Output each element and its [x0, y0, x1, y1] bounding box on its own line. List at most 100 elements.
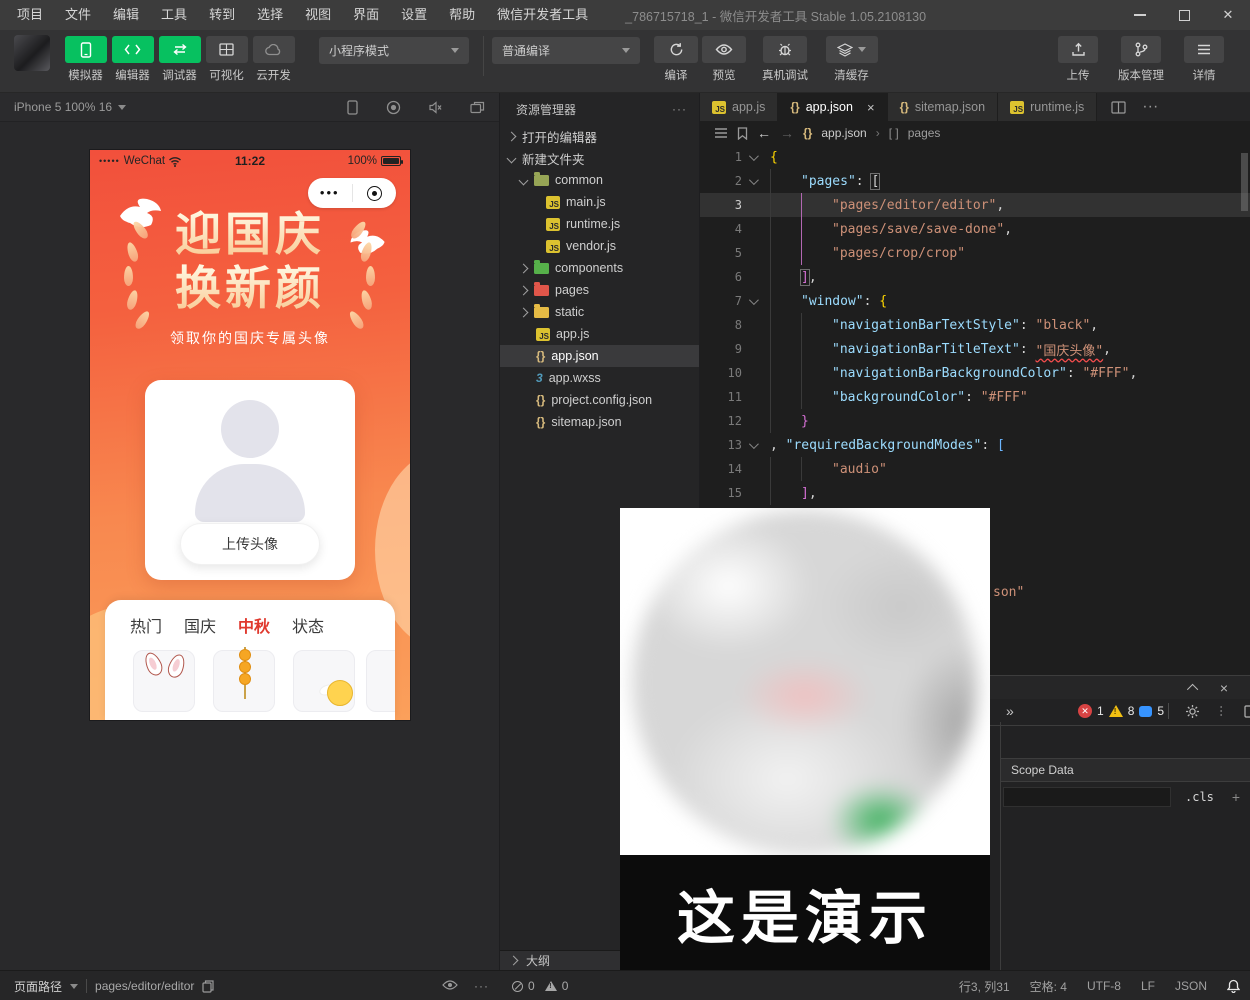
breadcrumb-file[interactable]: app.json	[821, 126, 866, 140]
record-icon[interactable]	[386, 100, 401, 115]
breadcrumb-node[interactable]: pages	[908, 126, 941, 140]
nav-forward-icon[interactable]: →	[780, 125, 794, 141]
code-line-15[interactable]: 15],	[700, 481, 1250, 505]
rotate-device-icon[interactable]	[346, 100, 359, 115]
expand-panel-icon[interactable]	[1187, 683, 1198, 694]
problems-indicator[interactable]: 0 ! 0	[512, 971, 568, 1000]
tree-file-sitemap.json[interactable]: {}sitemap.json	[500, 411, 699, 433]
editor-tab-sitemap.json[interactable]: {}sitemap.json	[888, 93, 999, 121]
menu-item[interactable]: 帮助	[438, 0, 486, 30]
warning-count[interactable]: 8	[1128, 704, 1135, 718]
code-line-14[interactable]: 14"audio"	[700, 457, 1250, 481]
menu-item[interactable]: 转到	[198, 0, 246, 30]
cursor-position[interactable]: 行3, 列31	[959, 978, 1010, 995]
sticker-tab-中秋[interactable]: 中秋	[238, 613, 270, 637]
fold-chevron-icon[interactable]	[742, 298, 762, 305]
upload-avatar-button[interactable]: 上传头像	[180, 523, 320, 565]
code-line-6[interactable]: 6],	[700, 265, 1250, 289]
code-line-10[interactable]: 10"navigationBarBackgroundColor": "#FFF"…	[700, 361, 1250, 385]
info-count[interactable]: 5	[1157, 704, 1164, 718]
action-button-upload[interactable]: 上传	[1054, 36, 1102, 83]
new-class-button[interactable]: .cls	[1185, 790, 1214, 804]
eye-icon[interactable]	[442, 979, 458, 991]
tree-folder-components[interactable]: components	[500, 257, 699, 279]
close-button[interactable]: ✕	[1206, 0, 1250, 30]
more-actions-icon[interactable]: ···	[672, 102, 687, 116]
fold-chevron-icon[interactable]	[742, 154, 762, 161]
tree-folder-common[interactable]: common	[500, 169, 699, 191]
menu-item[interactable]: 视图	[294, 0, 342, 30]
action-button-clear-cache-layers[interactable]: 清缓存	[822, 36, 881, 83]
code-line-12[interactable]: 12}	[700, 409, 1250, 433]
split-editor-icon[interactable]	[1111, 101, 1126, 114]
maximize-button[interactable]	[1162, 0, 1206, 30]
sticker-tab-热门[interactable]: 热门	[130, 613, 162, 637]
sticker-thumb-bunny-ears[interactable]	[133, 650, 195, 712]
sticker-thumb-candied-haws[interactable]	[213, 650, 275, 712]
tree-file-app.js[interactable]: JSapp.js	[500, 323, 699, 345]
dock-window-icon[interactable]	[1244, 705, 1250, 718]
code-line-13[interactable]: 13, "requiredBackgroundModes": [	[700, 433, 1250, 457]
code-line-9[interactable]: 9"navigationBarTitleText": "国庆头像",	[700, 337, 1250, 361]
code-line-5[interactable]: 5"pages/crop/crop"	[700, 241, 1250, 265]
more-actions-icon[interactable]: ···	[1142, 98, 1158, 116]
sticker-tab-状态[interactable]: 状态	[292, 613, 324, 637]
page-path-value[interactable]: pages/editor/editor	[95, 979, 194, 993]
filter-input[interactable]	[1003, 787, 1171, 807]
tool-button-editor-code[interactable]: 编辑器	[109, 36, 156, 83]
tree-file-app.json[interactable]: {}app.json	[500, 345, 699, 367]
scrollbar-thumb[interactable]	[1241, 153, 1248, 211]
code-line-1[interactable]: 1{	[700, 145, 1250, 169]
tool-button-cloud-dev[interactable]: 云开发	[250, 36, 297, 83]
tree-file-project.config.json[interactable]: {}project.config.json	[500, 389, 699, 411]
editor-tab-app.json[interactable]: {}app.json×	[778, 93, 887, 121]
action-button-details-menu[interactable]: 详情	[1180, 36, 1228, 83]
code-line-7[interactable]: 7"window": {	[700, 289, 1250, 313]
code-line-2[interactable]: 2"pages": [	[700, 169, 1250, 193]
action-button-compile-refresh[interactable]: 编译	[652, 36, 700, 83]
encoding[interactable]: UTF-8	[1087, 979, 1121, 993]
minimize-button[interactable]	[1118, 0, 1162, 30]
tree-folder-新建文件夹[interactable]: 新建文件夹	[500, 147, 699, 169]
tool-button-simulator-phone[interactable]: 模拟器	[62, 36, 109, 83]
menu-item[interactable]: 设置	[390, 0, 438, 30]
pop-out-window-icon[interactable]	[470, 101, 485, 114]
device-selector[interactable]: iPhone 5 100% 16	[14, 100, 112, 114]
kebab-menu-icon[interactable]: ···	[1215, 705, 1229, 717]
menu-item[interactable]: 微信开发者工具	[486, 0, 599, 30]
error-count[interactable]: 1	[1097, 704, 1104, 718]
editor-tab-app.js[interactable]: JSapp.js	[700, 93, 778, 121]
menu-item[interactable]: 文件	[54, 0, 102, 30]
tree-file-main.js[interactable]: JSmain.js	[500, 191, 699, 213]
indent-setting[interactable]: 空格: 4	[1030, 978, 1067, 995]
more-tabs-icon[interactable]: »	[1006, 703, 1014, 719]
fold-chevron-icon[interactable]	[742, 178, 762, 185]
action-button-version-branch[interactable]: 版本管理	[1102, 36, 1180, 83]
menu-item[interactable]: 项目	[6, 0, 54, 30]
copy-icon[interactable]	[202, 980, 214, 993]
language-mode[interactable]: JSON	[1175, 979, 1207, 993]
bell-icon[interactable]	[1227, 979, 1240, 993]
scope-data-section[interactable]: Scope Data	[1001, 758, 1250, 782]
tool-button-visualize-grid[interactable]: 可视化	[203, 36, 250, 83]
more-actions-icon[interactable]: ···	[474, 971, 489, 1000]
tree-folder-打开的编辑器[interactable]: 打开的编辑器	[500, 125, 699, 147]
tree-file-vendor.js[interactable]: JSvendor.js	[500, 235, 699, 257]
page-path-label[interactable]: 页面路径	[14, 978, 62, 995]
menu-item[interactable]: 界面	[342, 0, 390, 30]
code-line-11[interactable]: 11"backgroundColor": "#FFF"	[700, 385, 1250, 409]
sticker-thumb-partial[interactable]	[366, 650, 395, 712]
action-button-preview-eye[interactable]: 预览	[700, 36, 748, 83]
eol-setting[interactable]: LF	[1141, 979, 1155, 993]
tree-folder-static[interactable]: static	[500, 301, 699, 323]
mode-dropdown[interactable]: 小程序模式	[319, 37, 469, 64]
tree-file-runtime.js[interactable]: JSruntime.js	[500, 213, 699, 235]
code-line-4[interactable]: 4"pages/save/save-done",	[700, 217, 1250, 241]
bookmark-icon[interactable]	[737, 127, 748, 140]
tree-file-app.wxss[interactable]: 3app.wxss	[500, 367, 699, 389]
menu-item[interactable]: 选择	[246, 0, 294, 30]
add-icon[interactable]: +	[1232, 789, 1240, 805]
tool-button-debugger-swap[interactable]: 调试器	[156, 36, 203, 83]
nav-back-icon[interactable]: ←	[757, 125, 771, 141]
user-avatar[interactable]	[14, 35, 50, 71]
